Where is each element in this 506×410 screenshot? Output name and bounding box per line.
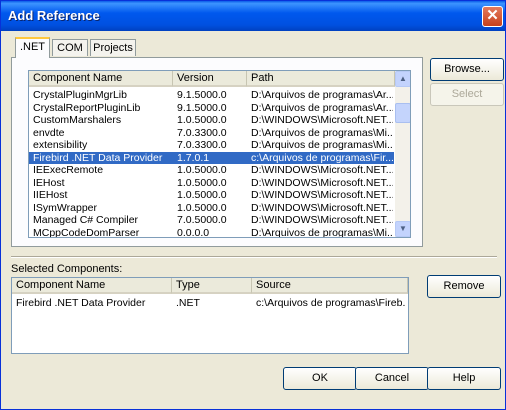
component-name-cell: IEHost	[33, 176, 65, 189]
path-cell: D:\Arquivos de programas\Mi...	[251, 126, 393, 139]
path-cell: D:\Arquivos de programas\Mi...	[251, 139, 393, 151]
help-button[interactable]: Help	[427, 367, 501, 390]
type-cell: .NET	[176, 297, 200, 309]
column-header-label: Path	[251, 72, 274, 84]
version-cell: 9.1.5000.0	[177, 89, 227, 101]
list-item[interactable]: CustomMarshalers 1.0.5000.0 D:\WINDOWS\Mic…	[29, 114, 394, 126]
window-title: Add Reference	[8, 8, 100, 23]
path-cell: D:\WINDOWS\Microsoft.NET...	[251, 164, 393, 176]
column-header-component-name[interactable]: Component Name	[29, 71, 173, 87]
selected-components-label: Selected Components:	[11, 263, 123, 275]
cancel-button[interactable]: Cancel	[355, 367, 429, 390]
components-list[interactable]: Component Name Version Path CrystalPlugi…	[28, 70, 411, 238]
column-header-path[interactable]: Path	[247, 71, 395, 87]
version-cell: 1.0.5000.0	[177, 164, 227, 176]
list-item[interactable]: extensibility 7.0.3300.0 D:\Arquivos de pr…	[29, 139, 394, 151]
separator	[11, 256, 497, 258]
list-item[interactable]: ISymWrapper 1.0.5000.0 D:\WINDOWS\Microsof…	[29, 202, 394, 214]
component-name-cell: CrystalPluginMgrLib	[33, 89, 127, 101]
list-item[interactable]: MCppCodeDomParser 0.0.0.0 D:\Arquivos de p…	[29, 226, 394, 238]
path-cell: D:\WINDOWS\Microsoft.NET...	[251, 189, 393, 201]
browse-button[interactable]: Browse...	[430, 58, 504, 81]
path-cell: D:\Arquivos de programas\Ar...	[251, 89, 393, 101]
version-cell: 7.0.3300.0	[177, 126, 227, 139]
list-item[interactable]: Firebird .NET Data Provider 1.7.0.1 c:\Arq…	[29, 151, 394, 164]
version-cell: 1.0.5000.0	[177, 189, 227, 201]
list-item[interactable]: IEHost 1.0.5000.0 D:\WINDOWS\Microsoft.NET…	[29, 177, 394, 189]
component-name-cell: MCppCodeDomParser	[33, 226, 140, 238]
button-label: OK	[312, 372, 328, 384]
ok-button[interactable]: OK	[283, 367, 357, 390]
list-item[interactable]: Managed C# Compiler 7.0.5000.0 D:\WINDOWS\…	[29, 214, 394, 226]
chevron-down-icon: ▼	[399, 224, 407, 233]
version-cell: 7.0.3300.0	[177, 139, 227, 151]
component-name-cell: Firebird .NET Data Provider	[33, 151, 163, 164]
component-name-cell: envdte	[33, 126, 65, 139]
list-item[interactable]: IIEHost 1.0.5000.0 D:\WINDOWS\Microsoft.NE…	[29, 189, 394, 201]
add-reference-dialog: Add Reference ✕ .NET COM Projects Compon…	[0, 0, 506, 410]
path-cell: D:\WINDOWS\Microsoft.NET...	[251, 201, 393, 214]
select-button[interactable]: Select	[430, 83, 504, 106]
path-cell: D:\WINDOWS\Microsoft.NET...	[251, 114, 393, 126]
list-item[interactable]: Firebird .NET Data Provider .NET c:\Arquiv…	[12, 297, 408, 309]
list-item[interactable]: CrystalReportPluginLib 9.1.5000.0 D:\Arqui…	[29, 102, 394, 114]
scroll-up-button[interactable]: ▲	[395, 71, 410, 87]
scroll-down-button[interactable]: ▼	[395, 221, 410, 237]
column-header-source[interactable]: Source	[252, 278, 408, 294]
path-cell: D:\Arquivos de programas\Mi...	[251, 226, 393, 238]
version-cell: 1.0.5000.0	[177, 176, 227, 189]
selected-components-list[interactable]: Component Name Type Source Firebird .NET…	[11, 277, 409, 354]
path-cell: D:\WINDOWS\Microsoft.NET...	[251, 214, 393, 226]
tab-label: .NET	[19, 41, 46, 53]
tab-dotnet[interactable]: .NET	[15, 37, 50, 58]
column-header-label: Component Name	[33, 72, 123, 84]
button-label: Browse...	[444, 63, 490, 75]
tab-projects[interactable]: Projects	[90, 39, 136, 56]
version-cell: 1.0.5000.0	[177, 114, 227, 126]
vertical-scrollbar[interactable]: ▲ ▼	[395, 71, 410, 237]
button-label: Help	[452, 372, 476, 384]
column-header-label: Source	[256, 279, 291, 291]
tab-label: Projects	[93, 42, 133, 54]
version-cell: 1.0.5000.0	[177, 201, 227, 214]
component-name-cell: Managed C# Compiler	[33, 214, 139, 226]
button-label: Remove	[443, 280, 485, 292]
button-label: Cancel	[374, 372, 410, 384]
component-name-cell: ISymWrapper	[33, 201, 97, 214]
version-cell: 9.1.5000.0	[177, 101, 227, 114]
remove-button[interactable]: Remove	[427, 275, 501, 298]
version-cell: 0.0.0.0	[177, 226, 210, 238]
column-header-label: Type	[176, 279, 200, 291]
column-header-label: Component Name	[16, 279, 106, 291]
close-icon: ✕	[486, 7, 499, 24]
title-bar[interactable]: Add Reference ✕	[1, 1, 505, 31]
list-item[interactable]: CrystalPluginMgrLib 9.1.5000.0 D:\Arquivos…	[29, 89, 394, 101]
column-header-version[interactable]: Version	[173, 71, 247, 87]
button-label: Select	[451, 88, 483, 100]
column-header-type[interactable]: Type	[172, 278, 252, 294]
list-item[interactable]: IEExecRemote 1.0.5000.0 D:\WINDOWS\Microso…	[29, 164, 394, 176]
chevron-up-icon: ▲	[399, 74, 407, 83]
component-name-cell: CrystalReportPluginLib	[33, 101, 141, 114]
tab-com[interactable]: COM	[52, 39, 88, 56]
component-name-cell: IIEHost	[33, 189, 68, 201]
component-name-cell: Firebird .NET Data Provider	[16, 297, 146, 309]
version-cell: 7.0.5000.0	[177, 214, 227, 226]
path-cell: D:\WINDOWS\Microsoft.NET...	[251, 176, 393, 189]
component-name-cell: CustomMarshalers	[33, 114, 122, 126]
list-item[interactable]: envdte 7.0.3300.0 D:\Arquivos de programas…	[29, 127, 394, 139]
component-name-cell: IEExecRemote	[33, 164, 104, 176]
source-cell: c:\Arquivos de programas\Fireb...	[256, 297, 406, 309]
column-header-label: Version	[177, 72, 214, 84]
version-cell: 1.7.0.1	[177, 151, 210, 164]
tab-label: COM	[57, 42, 83, 54]
path-cell: c:\Arquivos de programas\Fir...	[251, 151, 393, 164]
column-header-component-name[interactable]: Component Name	[12, 278, 172, 294]
component-name-cell: extensibility	[33, 139, 88, 151]
path-cell: D:\Arquivos de programas\Ar...	[251, 101, 393, 114]
close-button[interactable]: ✕	[482, 6, 503, 27]
scroll-thumb[interactable]	[395, 103, 410, 123]
